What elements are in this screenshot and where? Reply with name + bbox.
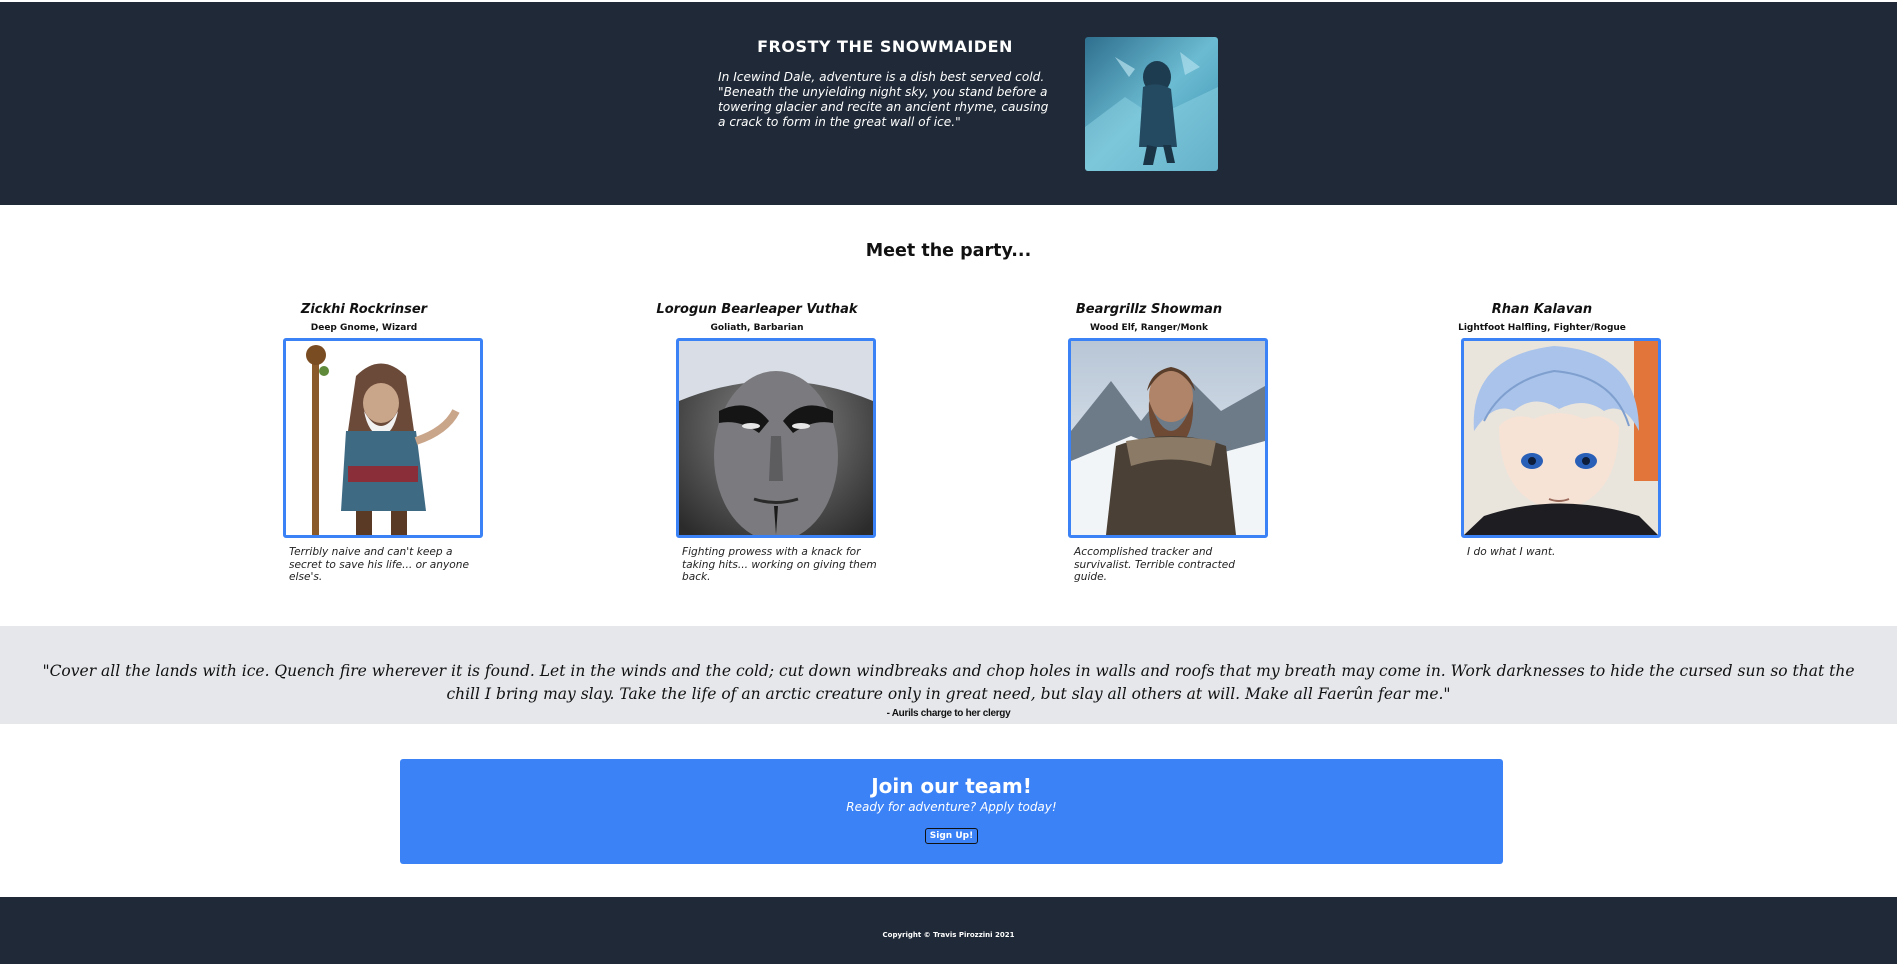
quote-section: "Cover all the lands with ice. Quench fi… bbox=[0, 626, 1897, 724]
member-description: Terribly naive and can't keep a secret t… bbox=[289, 546, 469, 583]
member-portrait bbox=[1461, 338, 1661, 538]
cta-subtitle: Ready for adventure? Apply today! bbox=[846, 800, 1057, 814]
party-card: Lorogun Bearleaper Vuthak Goliath, Barba… bbox=[607, 302, 907, 583]
member-class: Lightfoot Halfling, Fighter/Rogue bbox=[1458, 323, 1626, 333]
footer-copyright: Copyright © Travis Pirozzini 2021 bbox=[882, 931, 1015, 939]
quote-attribution: - Aurils charge to her clergy bbox=[886, 708, 1011, 719]
hero-image bbox=[1085, 37, 1218, 171]
member-class: Goliath, Barbarian bbox=[710, 323, 804, 333]
cta-title: Join our team! bbox=[871, 774, 1032, 798]
party-card: Beargrillz Showman Wood Elf, Ranger/Monk… bbox=[999, 302, 1299, 583]
member-name: Rhan Kalavan bbox=[1491, 302, 1593, 317]
quote-text: "Cover all the lands with ice. Quench fi… bbox=[42, 662, 1855, 703]
member-portrait bbox=[1068, 338, 1268, 538]
hero-title: FROSTY THE SNOWMAIDEN bbox=[757, 37, 1013, 56]
party-card: Rhan Kalavan Lightfoot Halfling, Fighter… bbox=[1392, 302, 1692, 558]
sign-up-button[interactable]: Sign Up! bbox=[924, 828, 979, 844]
member-name: Lorogun Bearleaper Vuthak bbox=[656, 302, 858, 317]
member-name: Zickhi Rockrinser bbox=[300, 302, 428, 317]
member-description: I do what I want. bbox=[1467, 546, 1556, 558]
party-heading: Meet the party... bbox=[865, 241, 1032, 261]
hero-description: In Icewind Dale, adventure is a dish bes… bbox=[718, 70, 1049, 129]
member-class: Deep Gnome, Wizard bbox=[310, 323, 418, 333]
hero-section: FROSTY THE SNOWMAIDEN In Icewind Dale, a… bbox=[0, 2, 1897, 205]
member-description: Accomplished tracker and survivalist. Te… bbox=[1074, 546, 1235, 583]
party-card: Zickhi Rockrinser Deep Gnome, Wizard Ter… bbox=[214, 302, 514, 583]
join-team-panel: Join our team! Ready for adventure? Appl… bbox=[400, 759, 1503, 864]
member-class: Wood Elf, Ranger/Monk bbox=[1090, 323, 1208, 333]
member-name: Beargrillz Showman bbox=[1075, 302, 1223, 317]
member-portrait bbox=[283, 338, 483, 538]
member-portrait bbox=[676, 338, 876, 538]
member-description: Fighting prowess with a knack for taking… bbox=[682, 546, 877, 583]
footer: Copyright © Travis Pirozzini 2021 bbox=[0, 897, 1897, 964]
